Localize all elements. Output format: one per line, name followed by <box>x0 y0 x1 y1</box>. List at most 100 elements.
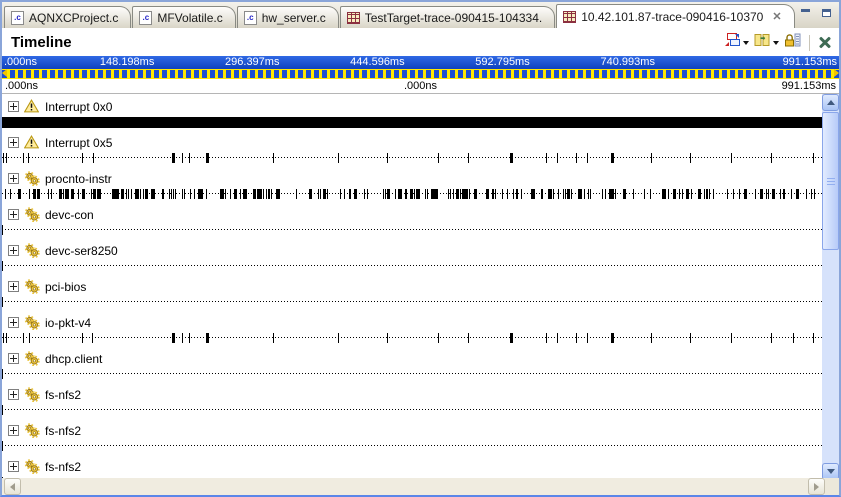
tab-label: TestTarget-trace-090415-104334. <box>365 11 542 25</box>
expand-plus-icon[interactable] <box>8 173 19 184</box>
process-row-label[interactable]: devc-ser8250 <box>2 240 822 261</box>
trace-event-tick <box>427 189 428 199</box>
editor-tab-4[interactable]: 10.42.101.87-trace-090416-10370✕ <box>556 4 794 28</box>
trace-event-tick <box>755 189 756 199</box>
trace-event-tick <box>126 189 127 199</box>
expand-plus-icon[interactable] <box>8 425 19 436</box>
process-row-label[interactable]: fs-nfs2 <box>2 456 822 477</box>
process-icon <box>24 171 40 186</box>
trace-event-tick <box>51 189 52 199</box>
trace-event-tick <box>553 189 554 199</box>
horizontal-scrollbar[interactable] <box>2 478 839 495</box>
process-icon <box>24 315 40 330</box>
trace-event-tick <box>567 189 570 199</box>
process-row-label[interactable]: fs-nfs2 <box>2 384 822 405</box>
trace-event-tick <box>727 189 728 199</box>
subruler-end-time: 991.153ms <box>782 79 836 93</box>
trace-event-tick <box>541 189 542 199</box>
trace-event-tick <box>493 189 494 199</box>
editor-tab-bar: .cAQNXCProject.c.cMFVolatile.c.chw_serve… <box>2 2 839 28</box>
trace-event-tick <box>602 189 603 199</box>
expand-plus-icon[interactable] <box>8 209 19 220</box>
expand-plus-icon[interactable] <box>8 245 19 256</box>
trace-event-tick <box>33 189 36 199</box>
trace-track[interactable] <box>2 297 822 307</box>
process-row-label[interactable]: Interrupt 0x5 <box>2 132 822 153</box>
trace-track[interactable] <box>2 405 822 415</box>
pane-switch-button[interactable] <box>723 32 750 53</box>
trace-track[interactable] <box>2 189 822 199</box>
expand-plus-icon[interactable] <box>8 353 19 364</box>
trace-event-tick <box>731 153 732 163</box>
timeline-view-header: Timeline <box>2 28 839 56</box>
expand-plus-icon[interactable] <box>8 317 19 328</box>
expand-plus-icon[interactable] <box>8 461 19 472</box>
trace-event-tick <box>679 189 680 199</box>
process-name: Interrupt 0x0 <box>45 100 112 114</box>
trace-event-tick <box>588 189 589 199</box>
trace-track[interactable] <box>2 369 822 379</box>
editor-tab-0[interactable]: .cAQNXCProject.c <box>4 6 131 28</box>
timeline-ruler[interactable]: .000ns148.198ms296.397ms444.596ms592.795… <box>2 56 839 69</box>
process-rows: Interrupt 0x0 Interrupt 0x5 procnto-instr d… <box>2 96 822 480</box>
maximize-view-button[interactable] <box>819 6 834 20</box>
process-row-label[interactable]: procnto-instr <box>2 168 822 189</box>
scroll-right-button[interactable] <box>808 478 825 495</box>
trace-event-tick <box>5 189 6 199</box>
process-row-label[interactable]: pci-bios <box>2 276 822 297</box>
scroll-up-button[interactable] <box>822 94 839 111</box>
trace-event-tick <box>557 153 558 163</box>
trace-event-tick <box>318 189 319 199</box>
editor-tab-3[interactable]: TestTarget-trace-090415-104334. <box>340 6 555 28</box>
vertical-scrollbar-thumb[interactable] <box>822 112 839 250</box>
trace-event-tick <box>796 189 799 199</box>
trace-event-tick <box>771 153 772 163</box>
trace-event-tick <box>83 189 84 199</box>
subruler-start-time: .000ns <box>5 79 38 93</box>
trace-event-tick <box>71 189 74 199</box>
c-file-icon: .c <box>244 11 257 25</box>
compare-panes-button[interactable] <box>753 32 780 53</box>
process-row-label[interactable]: dhcp.client <box>2 348 822 369</box>
process-row-label[interactable]: io-pkt-v4 <box>2 312 822 333</box>
lock-columns-button[interactable] <box>783 32 802 53</box>
trace-event-tick <box>230 189 231 199</box>
trace-event-tick <box>806 189 807 199</box>
trace-track[interactable] <box>2 225 822 235</box>
scroll-left-button[interactable] <box>4 478 21 495</box>
trace-event-tick <box>456 189 459 199</box>
trace-event-tick <box>557 333 558 343</box>
process-row-label[interactable]: devc-con <box>2 204 822 225</box>
trace-event-tick <box>121 189 122 199</box>
trace-event-tick <box>246 189 247 199</box>
trace-track[interactable] <box>2 117 822 128</box>
vertical-scrollbar[interactable] <box>822 94 839 480</box>
close-view-button[interactable] <box>817 35 833 51</box>
process-row-label[interactable]: fs-nfs2 <box>2 420 822 441</box>
trace-event-tick <box>340 189 341 199</box>
trace-track[interactable] <box>2 333 822 343</box>
editor-tab-2[interactable]: .chw_server.c <box>237 6 339 28</box>
trace-event-tick <box>385 189 386 199</box>
trace-track[interactable] <box>2 261 822 271</box>
expand-plus-icon[interactable] <box>8 101 19 112</box>
trace-event-tick <box>611 333 614 343</box>
trace-event-tick <box>6 153 7 163</box>
timeline-range-selector[interactable] <box>2 69 839 79</box>
trace-track[interactable] <box>2 441 822 451</box>
minimize-view-button[interactable] <box>798 6 813 20</box>
trace-event-tick <box>448 189 449 199</box>
process-icon <box>24 207 40 222</box>
trace-event-tick <box>611 189 614 199</box>
expand-plus-icon[interactable] <box>8 281 19 292</box>
trace-track[interactable] <box>2 153 822 163</box>
trace-event-tick <box>29 333 30 343</box>
trace-event-tick <box>417 189 418 199</box>
expand-plus-icon[interactable] <box>8 389 19 400</box>
editor-tab-1[interactable]: .cMFVolatile.c <box>132 6 235 28</box>
expand-plus-icon[interactable] <box>8 137 19 148</box>
trace-event-tick <box>78 189 79 199</box>
process-row-label[interactable]: Interrupt 0x0 <box>2 96 822 117</box>
tab-close-icon[interactable]: ✕ <box>772 12 781 22</box>
trace-event-tick <box>551 189 552 199</box>
